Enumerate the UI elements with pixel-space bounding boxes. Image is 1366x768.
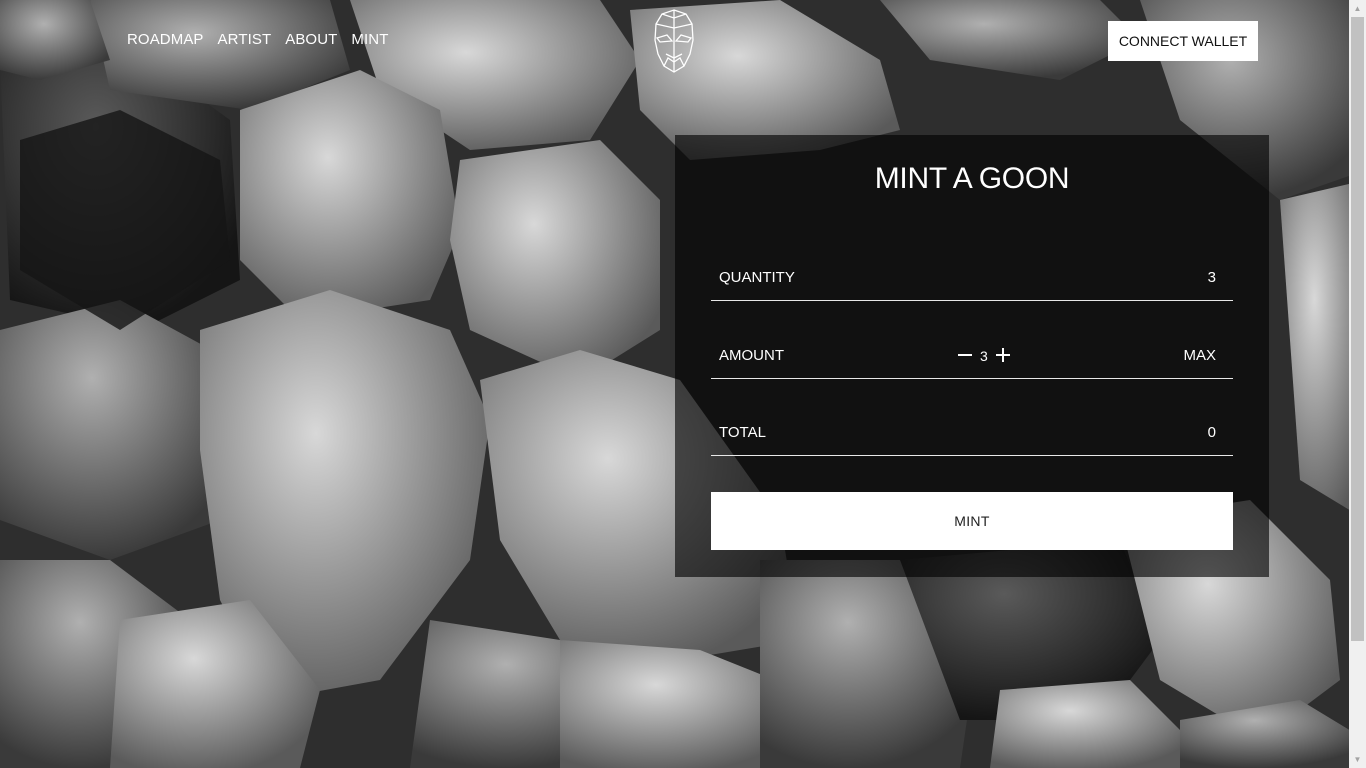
quantity-value: 3 [1207, 269, 1216, 286]
nav-roadmap[interactable]: ROADMAP [127, 31, 204, 49]
plus-icon[interactable] [995, 346, 1011, 366]
amount-row: AMOUNT 3 MAX [711, 333, 1233, 379]
nav-artist[interactable]: ARTIST [218, 31, 272, 49]
page-title: MINT A GOON [874, 162, 1070, 195]
max-button[interactable]: MAX [1183, 347, 1216, 364]
main-nav: ROADMAP ARTIST ABOUT MINT [127, 31, 388, 49]
quantity-row: QUANTITY 3 [711, 255, 1233, 301]
scroll-down-icon[interactable]: ▼ [1349, 751, 1366, 768]
scroll-up-icon[interactable]: ▲ [1349, 0, 1366, 17]
minus-icon[interactable] [957, 346, 973, 366]
scrollbar-thumb[interactable] [1351, 17, 1364, 641]
mint-button[interactable]: MINT [711, 492, 1233, 550]
total-row: TOTAL 0 [711, 410, 1233, 456]
nav-about[interactable]: ABOUT [285, 31, 337, 49]
quantity-label: QUANTITY [719, 269, 795, 286]
amount-stepper: 3 [957, 333, 1011, 379]
goon-head-wireframe-icon[interactable] [652, 8, 696, 74]
total-value: 0 [1207, 424, 1216, 441]
vertical-scrollbar[interactable]: ▲ ▼ [1349, 0, 1366, 768]
amount-value: 3 [980, 348, 988, 364]
nav-mint[interactable]: MINT [351, 31, 388, 49]
total-label: TOTAL [719, 424, 766, 441]
connect-wallet-button[interactable]: CONNECT WALLET [1108, 21, 1258, 61]
amount-label: AMOUNT [719, 347, 784, 364]
